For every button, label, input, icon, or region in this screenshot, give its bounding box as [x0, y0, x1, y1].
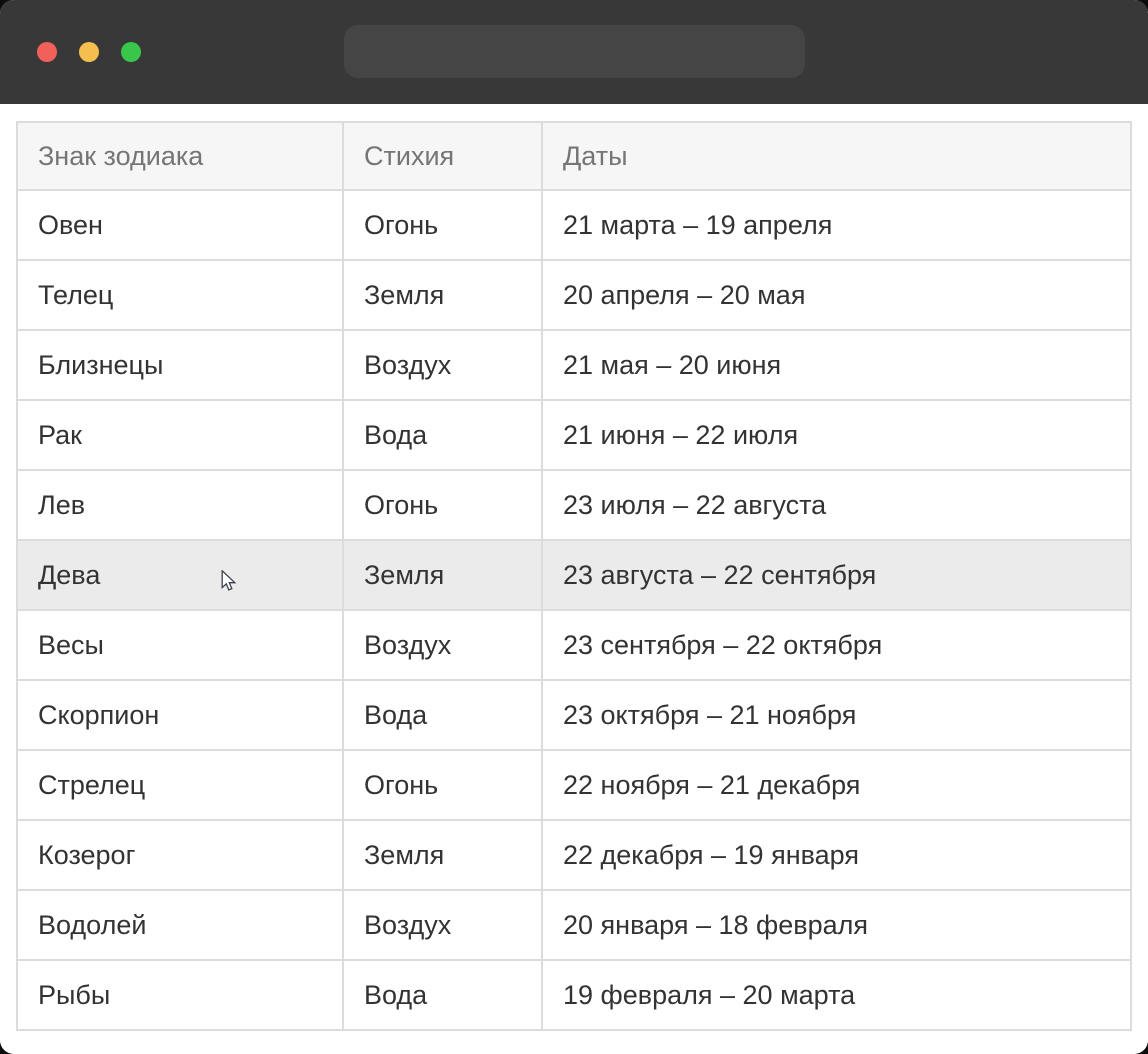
- table-row[interactable]: РыбыВода19 февраля – 20 марта: [17, 960, 1131, 1030]
- column-header-element: Стихия: [343, 122, 542, 190]
- table-row[interactable]: ВодолейВоздух20 января – 18 февраля: [17, 890, 1131, 960]
- cell-dates: 23 июля – 22 августа: [542, 470, 1131, 540]
- cell-dates: 22 ноября – 21 декабря: [542, 750, 1131, 820]
- page-content: Знак зодиакаСтихияДаты ОвенОгонь21 марта…: [0, 104, 1148, 1054]
- cell-element: Земля: [343, 540, 542, 610]
- cell-dates: 20 января – 18 февраля: [542, 890, 1131, 960]
- table-row[interactable]: ОвенОгонь21 марта – 19 апреля: [17, 190, 1131, 260]
- table-row[interactable]: ДеваЗемля23 августа – 22 сентября: [17, 540, 1131, 610]
- cell-dates: 20 апреля – 20 мая: [542, 260, 1131, 330]
- table-row[interactable]: РакВода21 июня – 22 июля: [17, 400, 1131, 470]
- cell-dates: 23 сентября – 22 октября: [542, 610, 1131, 680]
- cell-element: Огонь: [343, 470, 542, 540]
- traffic-lights: [37, 42, 141, 62]
- cell-sign: Весы: [17, 610, 343, 680]
- table-row[interactable]: КозерогЗемля22 декабря – 19 января: [17, 820, 1131, 890]
- cell-element: Огонь: [343, 750, 542, 820]
- cell-dates: 21 июня – 22 июля: [542, 400, 1131, 470]
- cell-element: Воздух: [343, 890, 542, 960]
- address-bar[interactable]: [344, 25, 805, 78]
- zodiac-table: Знак зодиакаСтихияДаты ОвенОгонь21 марта…: [16, 121, 1132, 1031]
- browser-window: Знак зодиакаСтихияДаты ОвенОгонь21 марта…: [0, 0, 1148, 1054]
- column-header-dates: Даты: [542, 122, 1131, 190]
- cell-element: Земля: [343, 820, 542, 890]
- cell-element: Вода: [343, 680, 542, 750]
- cell-dates: 23 октября – 21 ноября: [542, 680, 1131, 750]
- cell-sign: Рак: [17, 400, 343, 470]
- cell-sign: Телец: [17, 260, 343, 330]
- titlebar: [0, 0, 1148, 104]
- table-row[interactable]: ЛевОгонь23 июля – 22 августа: [17, 470, 1131, 540]
- close-button[interactable]: [37, 42, 57, 62]
- table-row[interactable]: БлизнецыВоздух21 мая – 20 июня: [17, 330, 1131, 400]
- cell-element: Воздух: [343, 610, 542, 680]
- cell-element: Воздух: [343, 330, 542, 400]
- cell-sign: Дева: [17, 540, 343, 610]
- cell-element: Земля: [343, 260, 542, 330]
- cell-dates: 23 августа – 22 сентября: [542, 540, 1131, 610]
- table-row[interactable]: ТелецЗемля20 апреля – 20 мая: [17, 260, 1131, 330]
- cell-element: Огонь: [343, 190, 542, 260]
- cell-sign: Близнецы: [17, 330, 343, 400]
- zoom-button[interactable]: [121, 42, 141, 62]
- cell-sign: Рыбы: [17, 960, 343, 1030]
- table-row[interactable]: СтрелецОгонь22 ноября – 21 декабря: [17, 750, 1131, 820]
- cell-sign: Скорпион: [17, 680, 343, 750]
- cell-dates: 22 декабря – 19 января: [542, 820, 1131, 890]
- table-row[interactable]: ВесыВоздух23 сентября – 22 октября: [17, 610, 1131, 680]
- minimize-button[interactable]: [79, 42, 99, 62]
- cell-sign: Козерог: [17, 820, 343, 890]
- cell-dates: 21 марта – 19 апреля: [542, 190, 1131, 260]
- table-row[interactable]: СкорпионВода23 октября – 21 ноября: [17, 680, 1131, 750]
- cell-dates: 21 мая – 20 июня: [542, 330, 1131, 400]
- cell-element: Вода: [343, 960, 542, 1030]
- cell-element: Вода: [343, 400, 542, 470]
- cell-dates: 19 февраля – 20 марта: [542, 960, 1131, 1030]
- cell-sign: Стрелец: [17, 750, 343, 820]
- cell-sign: Овен: [17, 190, 343, 260]
- cell-sign: Лев: [17, 470, 343, 540]
- table-header-row: Знак зодиакаСтихияДаты: [17, 122, 1131, 190]
- cell-sign: Водолей: [17, 890, 343, 960]
- column-header-sign: Знак зодиака: [17, 122, 343, 190]
